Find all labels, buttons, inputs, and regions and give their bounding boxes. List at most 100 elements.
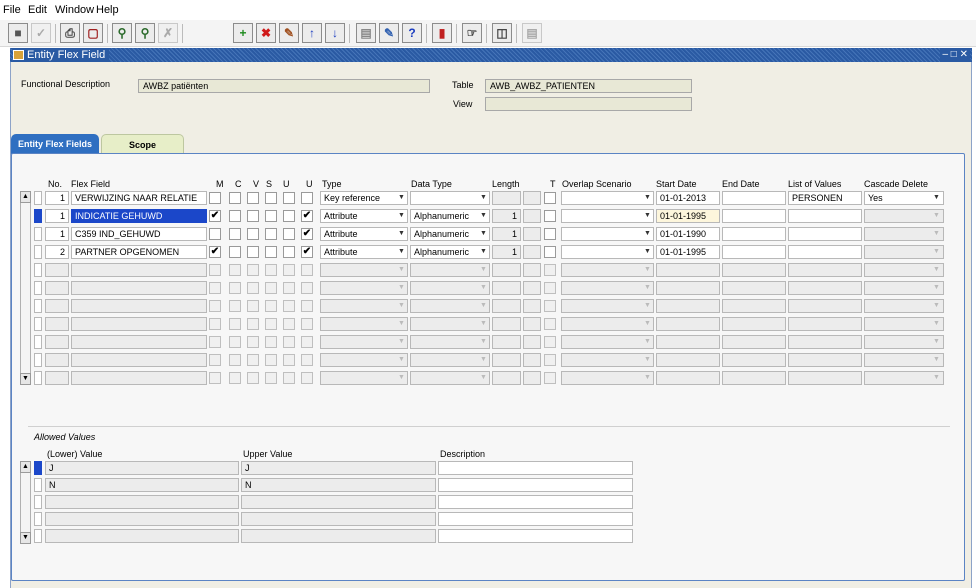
dropdown-arrow-icon[interactable]: ▼ xyxy=(931,246,942,258)
cell-start-date[interactable]: 01-01-1990 xyxy=(656,227,720,241)
checkbox-s[interactable] xyxy=(265,300,277,312)
cell-end-date[interactable] xyxy=(722,371,786,385)
cell-flex-field[interactable] xyxy=(71,263,207,277)
checkbox-u1[interactable] xyxy=(283,210,295,222)
row-marker[interactable] xyxy=(34,529,42,543)
cell-length[interactable] xyxy=(492,335,521,349)
row-marker[interactable] xyxy=(34,461,42,475)
checkbox-u1[interactable] xyxy=(283,318,295,330)
row-marker[interactable] xyxy=(34,353,42,367)
cell-start-date[interactable] xyxy=(656,335,720,349)
cell-list-of-values[interactable] xyxy=(788,317,862,331)
checkbox-t[interactable] xyxy=(544,300,556,312)
cell-no[interactable] xyxy=(45,353,69,367)
cell-no[interactable] xyxy=(45,317,69,331)
cell-flex-field[interactable] xyxy=(71,299,207,313)
checkbox-t[interactable] xyxy=(544,372,556,384)
checkbox-s[interactable] xyxy=(265,336,277,348)
checkbox-u1[interactable] xyxy=(283,192,295,204)
checkbox-u2[interactable] xyxy=(301,192,313,204)
cell-flex-field[interactable] xyxy=(71,353,207,367)
cell-no[interactable]: 1 xyxy=(45,209,69,223)
cell-overlap-scenario[interactable] xyxy=(561,209,654,223)
checkbox-m[interactable] xyxy=(209,264,221,276)
dropdown-arrow-icon[interactable]: ▼ xyxy=(478,336,489,348)
dropdown-arrow-icon[interactable]: ▼ xyxy=(396,264,407,276)
print-icon[interactable]: ⎙ xyxy=(60,23,80,43)
cell-overlap-scenario[interactable] xyxy=(561,299,654,313)
menu-edit[interactable]: Edit xyxy=(28,4,47,16)
cell-end-date[interactable] xyxy=(722,245,786,259)
cell-no[interactable] xyxy=(45,335,69,349)
checkbox-v[interactable] xyxy=(247,264,259,276)
dropdown-arrow-icon[interactable]: ▼ xyxy=(478,192,489,204)
cell-flex-field[interactable] xyxy=(71,371,207,385)
checkbox-u2[interactable]: ✔ xyxy=(301,228,313,240)
cell-start-date[interactable] xyxy=(656,299,720,313)
cell-end-date[interactable] xyxy=(722,209,786,223)
checkbox-c[interactable] xyxy=(229,210,241,222)
cell-no[interactable] xyxy=(45,281,69,295)
cell-type[interactable] xyxy=(320,353,408,367)
cell-overlap-scenario[interactable] xyxy=(561,317,654,331)
dropdown-arrow-icon[interactable]: ▼ xyxy=(642,228,653,240)
checkbox-t[interactable] xyxy=(544,246,556,258)
checkbox-c[interactable] xyxy=(229,318,241,330)
table-field[interactable]: AWB_AWBZ_PATIENTEN xyxy=(485,79,692,93)
row-marker[interactable] xyxy=(34,227,42,241)
checkbox-c[interactable] xyxy=(229,336,241,348)
cell-type[interactable] xyxy=(320,281,408,295)
row-marker[interactable] xyxy=(34,281,42,295)
cell-start-date[interactable] xyxy=(656,281,720,295)
checkbox-s[interactable] xyxy=(265,228,277,240)
cell-description[interactable] xyxy=(438,461,633,475)
dropdown-arrow-icon[interactable]: ▼ xyxy=(931,192,942,204)
clear-icon[interactable]: ✗ xyxy=(158,23,178,43)
cell-lower-value[interactable] xyxy=(45,529,239,543)
dropdown-arrow-icon[interactable]: ▼ xyxy=(478,372,489,384)
dropdown-arrow-icon[interactable]: ▼ xyxy=(396,228,407,240)
dropdown-arrow-icon[interactable]: ▼ xyxy=(642,336,653,348)
cell-end-date[interactable] xyxy=(722,263,786,277)
checkbox-m[interactable] xyxy=(209,372,221,384)
dropdown-arrow-icon[interactable]: ▼ xyxy=(642,210,653,222)
checkbox-t[interactable] xyxy=(544,336,556,348)
checkbox-c[interactable] xyxy=(229,372,241,384)
dropdown-arrow-icon[interactable]: ▼ xyxy=(396,192,407,204)
attachment-icon[interactable]: ▤ xyxy=(522,23,542,43)
cell-flex-field[interactable] xyxy=(71,335,207,349)
checkbox-v[interactable] xyxy=(247,354,259,366)
cell-flex-field[interactable]: C359 IND_GEHUWD xyxy=(71,227,207,241)
dropdown-arrow-icon[interactable]: ▼ xyxy=(642,282,653,294)
cell-lower-value[interactable] xyxy=(45,495,239,509)
checkbox-c[interactable] xyxy=(229,300,241,312)
scroll-up-icon[interactable]: ▲ xyxy=(20,191,31,203)
cell-start-date[interactable]: 01-01-2013 xyxy=(656,191,720,205)
view-field[interactable] xyxy=(485,97,692,111)
checkbox-v[interactable] xyxy=(247,336,259,348)
checkbox-s[interactable] xyxy=(265,264,277,276)
cell-length[interactable] xyxy=(492,281,521,295)
row-marker[interactable] xyxy=(34,299,42,313)
dropdown-arrow-icon[interactable]: ▼ xyxy=(478,246,489,258)
checkbox-c[interactable] xyxy=(229,228,241,240)
checkbox-s[interactable] xyxy=(265,354,277,366)
cell-type[interactable] xyxy=(320,317,408,331)
dropdown-arrow-icon[interactable]: ▼ xyxy=(396,318,407,330)
grid-scrollbar[interactable] xyxy=(20,191,31,385)
checkbox-c[interactable] xyxy=(229,354,241,366)
cell-lower-value[interactable]: J xyxy=(45,461,239,475)
menu-file[interactable]: File xyxy=(3,4,21,16)
checkbox-c[interactable] xyxy=(229,246,241,258)
export-icon[interactable]: ▤ xyxy=(356,23,376,43)
checkbox-m[interactable] xyxy=(209,336,221,348)
row-marker[interactable] xyxy=(34,512,42,526)
checkbox-v[interactable] xyxy=(247,300,259,312)
checkbox-u2[interactable] xyxy=(301,282,313,294)
dropdown-arrow-icon[interactable]: ▼ xyxy=(931,372,942,384)
cell-flex-field[interactable] xyxy=(71,317,207,331)
checkbox-t[interactable] xyxy=(544,228,556,240)
cell-overlap-scenario[interactable] xyxy=(561,371,654,385)
cell-flex-field[interactable] xyxy=(71,281,207,295)
tab-entity-flex-fields[interactable]: Entity Flex Fields xyxy=(11,134,99,154)
